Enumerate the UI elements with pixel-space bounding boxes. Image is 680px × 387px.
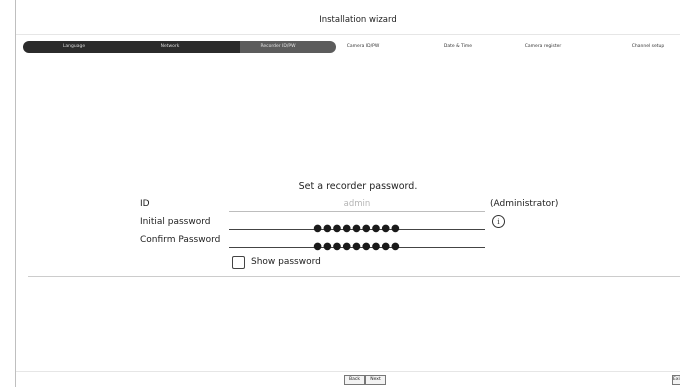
wizard-title: Installation wizard — [319, 15, 397, 25]
confirm-password-label: Confirm Password — [140, 235, 221, 245]
exit-button[interactable]: Exit — [672, 375, 680, 385]
confirm-password-value: ●●●●●●●●● — [313, 241, 401, 252]
step-language: Language — [62, 44, 86, 49]
show-password-label[interactable]: Show password — [251, 257, 321, 267]
footer-divider — [16, 371, 680, 372]
content-divider — [28, 276, 680, 277]
step-network: Network — [160, 44, 180, 49]
next-button[interactable]: Next — [365, 375, 386, 385]
initial-password-value: ●●●●●●●●● — [313, 223, 401, 234]
initial-password-field[interactable]: ●●●●●●●●● — [229, 216, 485, 234]
back-button[interactable]: Back — [344, 375, 365, 385]
step-camera-register: Camera register — [524, 44, 562, 49]
step-channel-setup: Channel setup — [631, 44, 665, 49]
administrator-note: (Administrator) — [490, 199, 559, 209]
id-label: ID — [140, 199, 150, 209]
window-frame-left-edge — [15, 0, 16, 387]
step-camera-id-pw: Camera ID/PW — [346, 44, 380, 49]
password-heading: Set a recorder password. — [298, 181, 418, 192]
show-password-checkbox[interactable] — [232, 256, 245, 269]
info-icon[interactable]: i — [492, 215, 505, 228]
id-field: admin — [229, 198, 485, 212]
confirm-password-field[interactable]: ●●●●●●●●● — [229, 234, 485, 252]
wizard-progress-bar: Language Network Recorder ID/PW Camera I… — [23, 41, 680, 53]
step-date-time: Date & Time — [443, 44, 473, 49]
initial-password-label: Initial password — [140, 217, 211, 227]
title-divider — [16, 34, 680, 35]
